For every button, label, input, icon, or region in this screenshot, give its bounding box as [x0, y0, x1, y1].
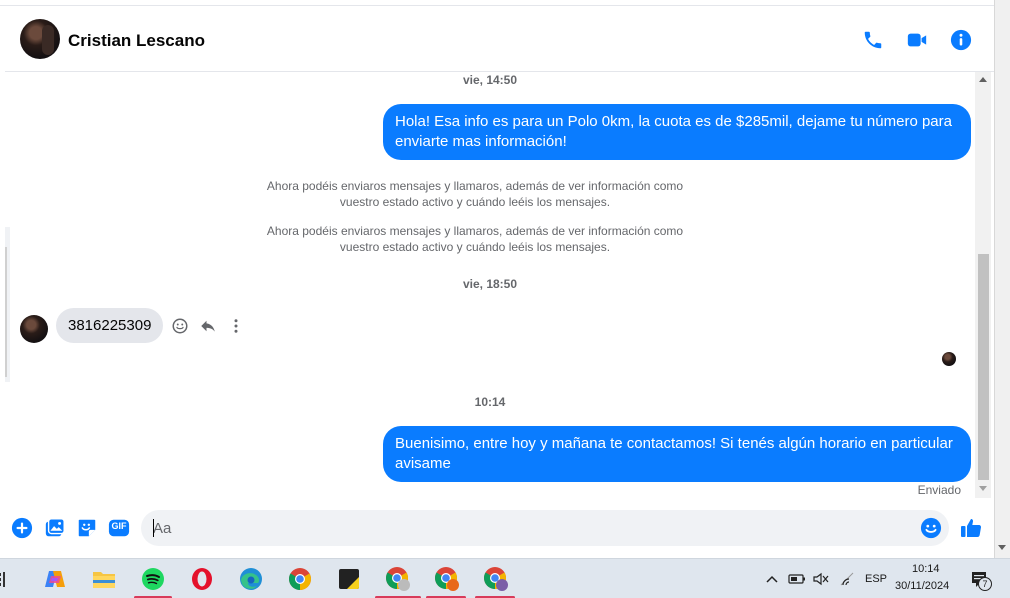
system-message-line: vuestro estado activo y cuándo leéis los…	[339, 240, 611, 254]
more-actions-button[interactable]	[10, 516, 34, 540]
sticker-icon	[78, 519, 96, 537]
plus-circle-icon	[11, 517, 33, 539]
text-caret	[153, 519, 154, 537]
contact-name[interactable]: Cristian Lescano	[68, 31, 205, 51]
file-explorer-icon[interactable]	[90, 565, 118, 593]
reply-arrow-icon	[201, 320, 215, 332]
like-button[interactable]	[959, 516, 983, 540]
clock-time[interactable]: 10:14	[912, 563, 940, 575]
emoji-icon	[920, 517, 942, 539]
notification-count-badge: 7	[978, 577, 992, 591]
edge-icon[interactable]	[237, 565, 265, 593]
input-language[interactable]: ESP	[865, 573, 887, 585]
more-options-button[interactable]	[226, 316, 246, 336]
delivery-status: Enviado	[917, 483, 961, 497]
message-composer: GIF	[5, 502, 994, 554]
image-icon	[45, 518, 65, 537]
conversation-header: Cristian Lescano	[5, 8, 994, 72]
smiley-icon	[172, 318, 188, 334]
thumbs-up-icon	[961, 519, 982, 538]
system-message-line: Ahora podéis enviaros mensajes y llamaro…	[266, 224, 684, 238]
chrome-profile-3-icon[interactable]	[482, 565, 510, 593]
message-list[interactable]: vie, 14:50 Hola! Esa info es para un Pol…	[5, 72, 975, 498]
page-scrollbar-border	[994, 0, 995, 558]
battery-icon[interactable]	[786, 565, 808, 593]
system-message: Ahora podéis enviaros mensajes y llamaro…	[5, 223, 960, 255]
chrome-profile-2-icon[interactable]	[433, 565, 461, 593]
scroll-up-arrow-icon[interactable]	[979, 77, 987, 82]
window-top-border	[0, 0, 994, 6]
clock-date[interactable]: 30/11/2024	[895, 580, 949, 592]
info-icon	[950, 29, 972, 51]
outgoing-message[interactable]: Hola! Esa info es para un Polo 0km, la c…	[383, 104, 971, 160]
video-camera-icon	[907, 33, 927, 47]
react-button[interactable]	[170, 316, 190, 336]
gif-label: GIF	[111, 521, 127, 531]
messenger-window: Cristian Lescano vie, 14:50 Hola! Esa in…	[0, 0, 1010, 598]
page-scrollbar[interactable]	[994, 0, 1010, 558]
message-input-container[interactable]	[141, 510, 949, 546]
system-message-line: Ahora podéis enviaros mensajes y llamaro…	[266, 179, 684, 193]
spotify-icon[interactable]	[139, 565, 167, 593]
wifi-icon[interactable]	[836, 565, 858, 593]
phone-icon	[864, 31, 882, 49]
opera-icon[interactable]	[188, 565, 216, 593]
contact-avatar[interactable]	[20, 19, 60, 59]
task-view-icon[interactable]	[0, 565, 14, 593]
seen-by-avatar	[942, 352, 956, 366]
notification-center-button[interactable]: 7	[966, 565, 994, 593]
chat-scrollbar[interactable]	[975, 72, 991, 498]
voice-call-button[interactable]	[861, 28, 885, 52]
timestamp: 10:14	[474, 395, 506, 409]
system-message: Ahora podéis enviaros mensajes y llamaro…	[5, 178, 960, 210]
outgoing-message[interactable]: Buenisimo, entre hoy y mañana te contact…	[383, 426, 971, 482]
copilot-icon[interactable]	[41, 565, 69, 593]
volume-muted-icon[interactable]	[810, 565, 832, 593]
system-message-line: vuestro estado activo y cuándo leéis los…	[339, 195, 611, 209]
message-input[interactable]	[153, 510, 913, 546]
page-scroll-down-arrow-icon[interactable]	[998, 545, 1006, 550]
emoji-button[interactable]	[919, 516, 943, 540]
left-edge-line	[5, 247, 7, 377]
reply-button[interactable]	[198, 316, 218, 336]
timestamp: vie, 18:50	[462, 277, 518, 291]
scrollbar-thumb[interactable]	[978, 254, 989, 480]
show-hidden-icons-chevron-icon[interactable]	[762, 565, 782, 593]
windows-taskbar: ESP 10:14 30/11/2024 7	[0, 558, 1010, 598]
sticky-notes-icon[interactable]	[335, 565, 363, 593]
gif-button[interactable]: GIF	[107, 516, 131, 540]
sticker-button[interactable]	[75, 516, 99, 540]
chrome-profile-1-icon[interactable]	[384, 565, 412, 593]
sender-avatar[interactable]	[20, 315, 48, 343]
video-call-button[interactable]	[905, 28, 929, 52]
timestamp: vie, 14:50	[462, 73, 518, 87]
attach-media-button[interactable]	[43, 516, 67, 540]
conversation-info-button[interactable]	[949, 28, 973, 52]
chrome-icon[interactable]	[286, 565, 314, 593]
more-vertical-icon	[234, 319, 238, 333]
incoming-message[interactable]: 3816225309	[56, 308, 164, 343]
scroll-down-arrow-icon[interactable]	[979, 486, 987, 491]
